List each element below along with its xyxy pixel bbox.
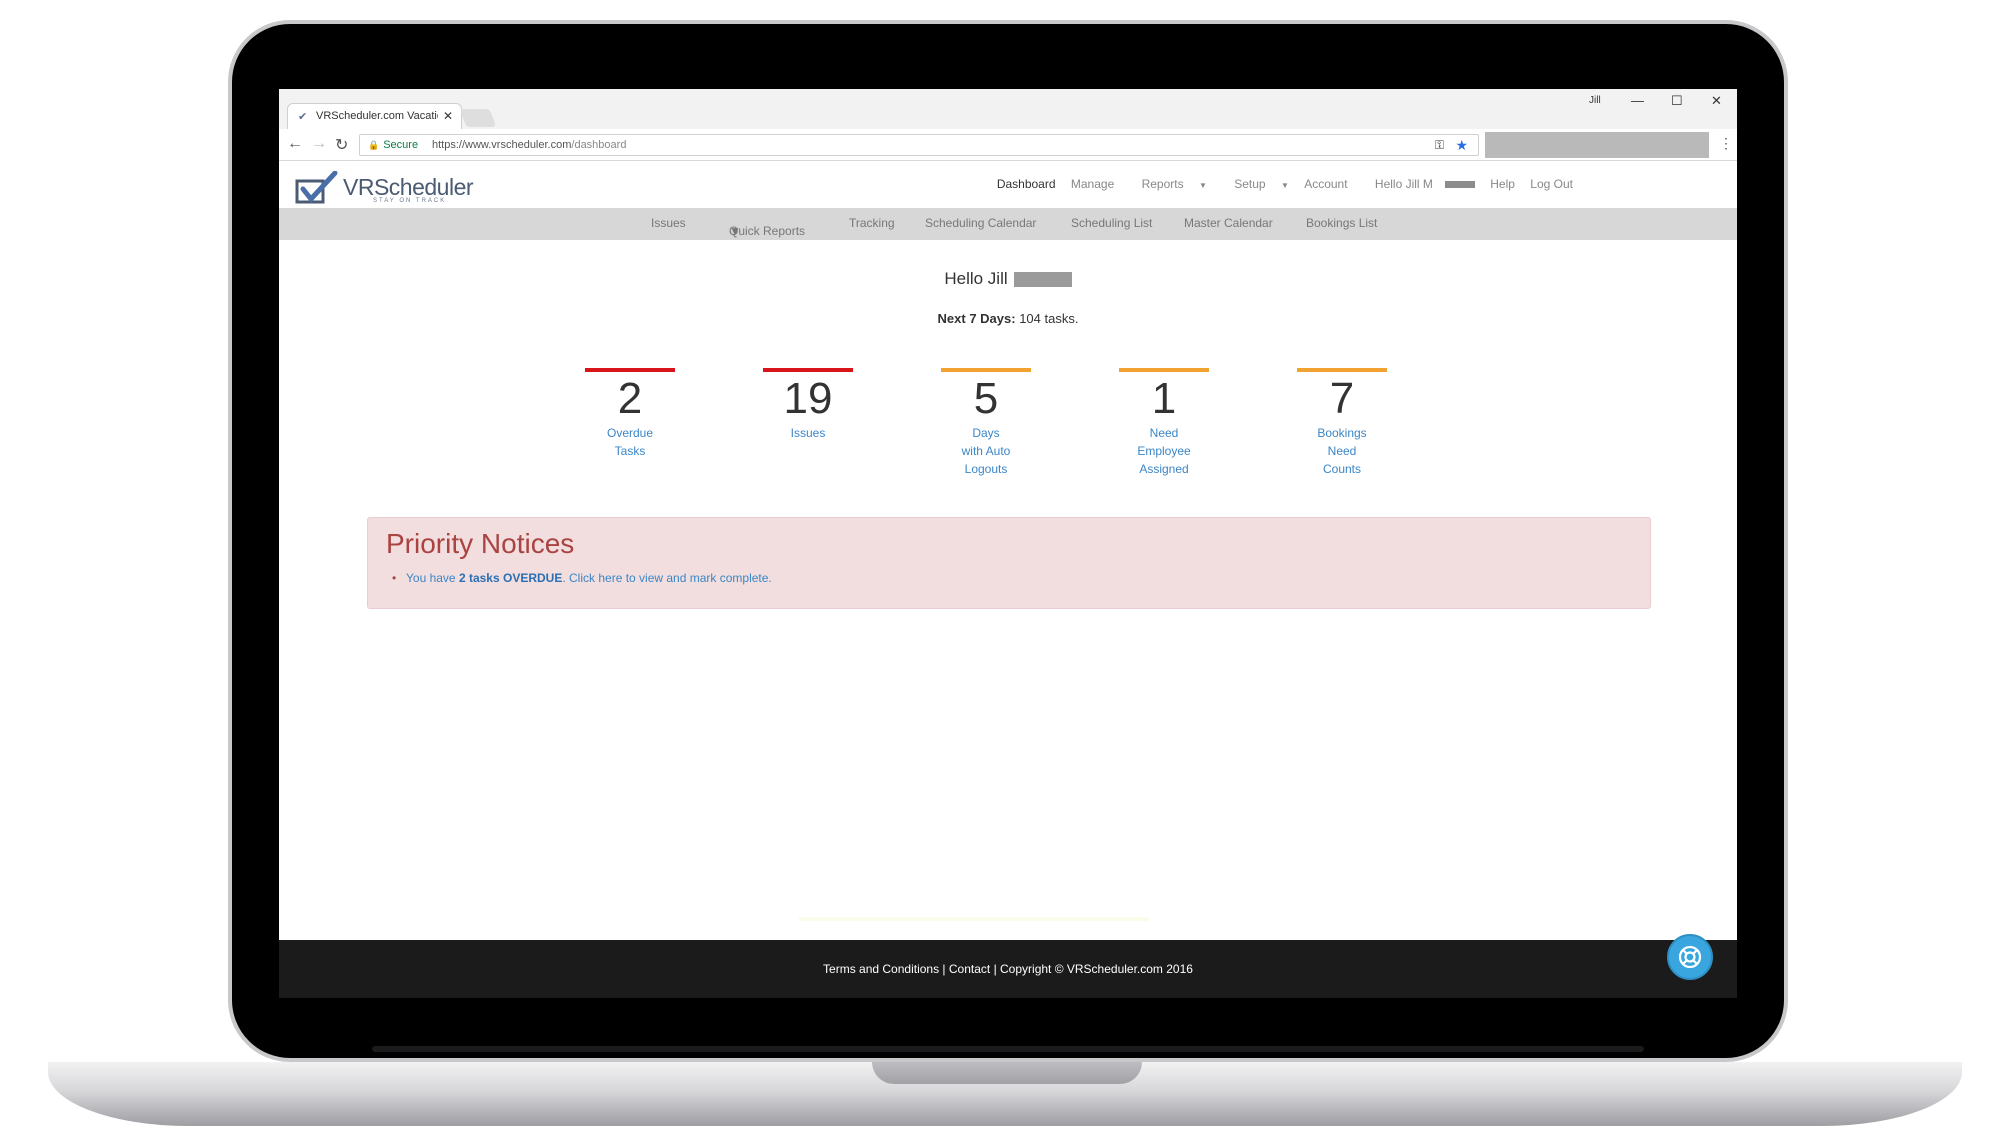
overdue-notice-link[interactable]: You have 2 tasks OVERDUE. Click here to … <box>392 571 772 585</box>
notice-suffix: . Click here to view and mark complete. <box>562 571 772 585</box>
greeting: Hello Jill <box>279 269 1737 289</box>
next-days-value: 104 tasks. <box>1019 311 1079 326</box>
stat-label-2[interactable]: with Auto <box>941 442 1031 460</box>
new-tab-button[interactable] <box>459 109 497 127</box>
nav-setup[interactable]: Setup ▼ <box>1222 177 1289 191</box>
nav-setup-label: Setup <box>1234 177 1266 191</box>
tab-close-icon[interactable]: ✕ <box>443 109 453 123</box>
nav-help[interactable]: Help <box>1490 177 1515 191</box>
notice-bold: 2 tasks OVERDUE <box>458 571 563 585</box>
stat-label-1[interactable]: Overdue <box>585 424 675 442</box>
lifebuoy-icon <box>1678 945 1702 969</box>
url-input[interactable]: 🔒 Secure https://www.vrscheduler.com/dash… <box>359 134 1479 156</box>
secure-label: Secure <box>383 139 419 151</box>
url-host: https://www.vrscheduler.com <box>432 139 572 151</box>
redacted-extension-area <box>1485 132 1709 158</box>
stat-value: 7 <box>1329 374 1355 423</box>
minimize-icon[interactable]: — <box>1631 93 1644 108</box>
subnav-tracking[interactable]: Tracking <box>849 216 895 230</box>
stat-bar <box>1297 368 1387 372</box>
greeting-text: Hello Jill <box>944 269 1008 288</box>
nav-reports[interactable]: Reports ▼ <box>1130 177 1207 191</box>
url-text: https://www.vrscheduler.com/dashboard <box>432 139 626 151</box>
stat-bar <box>585 368 675 372</box>
stat-bar <box>763 368 853 372</box>
stat-auto-logouts[interactable]: 5 Days with Auto Logouts <box>941 368 1031 478</box>
nav-hello-user: Hello Jill M <box>1363 177 1475 191</box>
secure-indicator[interactable]: 🔒 Secure <box>368 139 418 151</box>
footer-text[interactable]: Terms and Conditions | Contact | Copyrig… <box>279 962 1737 976</box>
url-path: /dashboard <box>571 139 627 151</box>
subnav-bookings-list[interactable]: Bookings List <box>1306 216 1377 230</box>
help-lifebuoy-button[interactable] <box>1667 934 1713 980</box>
notice-prefix: You have <box>406 571 459 585</box>
stat-label-1[interactable]: Bookings <box>1297 424 1387 442</box>
profile-badge-icon[interactable]: Jill <box>1589 95 1601 106</box>
caret-down-icon: ▼ <box>1198 181 1207 190</box>
hello-user-label: Hello Jill M <box>1374 177 1433 191</box>
footer: Terms and Conditions | Contact | Copyrig… <box>279 940 1737 998</box>
favicon-icon: ✔ <box>298 111 308 123</box>
stat-label-3[interactable]: Assigned <box>1119 460 1209 478</box>
stat-value: 5 <box>973 374 999 423</box>
browser-window: ✔ VRScheduler.com Vacation ✕ Jill — ☐ ✕ … <box>279 89 1737 998</box>
nav-reports-label: Reports <box>1141 177 1184 191</box>
checkmark-logo-icon <box>295 170 338 204</box>
next-days-label: Next 7 Days: <box>937 311 1016 326</box>
stat-label-1[interactable]: Days <box>941 424 1031 442</box>
stat-label-2[interactable]: Tasks <box>585 442 675 460</box>
forward-arrow-icon[interactable]: → <box>311 135 327 153</box>
stat-bar <box>1119 368 1209 372</box>
browser-tab[interactable]: ✔ VRScheduler.com Vacation ✕ <box>287 103 462 129</box>
subnav-issues[interactable]: Issues <box>651 216 686 230</box>
close-window-icon[interactable]: ✕ <box>1711 93 1722 109</box>
lock-icon: 🔒 <box>368 140 380 150</box>
nav-dashboard[interactable]: Dashboard <box>997 177 1056 191</box>
vrscheduler-logo[interactable]: VRScheduler STAY ON TRACK <box>295 170 475 205</box>
subnav-scheduling-calendar[interactable]: Scheduling Calendar <box>925 216 1036 230</box>
priority-notices-title: Priority Notices <box>386 528 575 559</box>
kebab-menu-icon[interactable]: ⋮ <box>1719 135 1733 152</box>
maximize-icon[interactable]: ☐ <box>1671 93 1683 109</box>
tab-title: VRScheduler.com Vacation <box>316 110 438 122</box>
redacted-surname <box>1013 272 1072 288</box>
address-bar-row: ← → ↻ 🔒 Secure https://www.vrscheduler.co… <box>279 129 1737 161</box>
stat-label-3[interactable]: Counts <box>1297 460 1387 478</box>
app-header: VRScheduler STAY ON TRACK Dashboard Mana… <box>279 161 1737 208</box>
laptop-notch <box>872 1062 1142 1084</box>
logo-tagline: STAY ON TRACK <box>373 198 447 204</box>
stat-value: 2 <box>617 374 643 423</box>
nav-account[interactable]: Account <box>1304 177 1347 191</box>
stat-value: 1 <box>1151 374 1177 423</box>
stat-label-1[interactable]: Issues <box>763 424 853 442</box>
bookmark-star-icon[interactable]: ★ <box>1455 137 1468 154</box>
stat-label-2[interactable]: Need <box>1297 442 1387 460</box>
priority-notices-panel: Priority Notices You have 2 tasks OVERDU… <box>367 517 1651 609</box>
logo-brand: VRScheduler <box>343 174 474 200</box>
next-days-summary: Next 7 Days: 104 tasks. <box>279 311 1737 326</box>
stat-issues[interactable]: 19 Issues <box>763 368 853 442</box>
nav-manage[interactable]: Manage <box>1071 177 1114 191</box>
nav-logout[interactable]: Log Out <box>1530 177 1573 191</box>
redacted-surname <box>1444 181 1475 189</box>
reload-icon[interactable]: ↻ <box>335 135 348 155</box>
stat-bar <box>941 368 1031 372</box>
back-arrow-icon[interactable]: ← <box>287 135 303 153</box>
stat-overdue-tasks[interactable]: 2 Overdue Tasks <box>585 368 675 460</box>
browser-tab-strip: ✔ VRScheduler.com Vacation ✕ Jill — ☐ ✕ <box>279 89 1737 129</box>
decorative-line <box>799 917 1149 921</box>
top-nav: Dashboard Manage Reports ▼ Setup ▼ Accou… <box>985 177 1573 191</box>
stat-label-1[interactable]: Need <box>1119 424 1209 442</box>
stat-label-2[interactable]: Employee <box>1119 442 1209 460</box>
stat-need-employee[interactable]: 1 Need Employee Assigned <box>1119 368 1209 478</box>
stat-bookings-counts[interactable]: 7 Bookings Need Counts <box>1297 368 1387 478</box>
subnav-master-calendar[interactable]: Master Calendar <box>1184 216 1273 230</box>
caret-down-icon: ▼ <box>729 224 741 238</box>
caret-down-icon: ▼ <box>1280 181 1289 190</box>
subnav-scheduling-list[interactable]: Scheduling List <box>1071 216 1152 230</box>
stat-value: 19 <box>783 374 833 423</box>
key-icon[interactable]: ⚿ <box>1435 138 1444 153</box>
sub-nav: Issues Quick Reports ▼ Tracking Scheduli… <box>279 208 1737 240</box>
stat-label-3[interactable]: Logouts <box>941 460 1031 478</box>
